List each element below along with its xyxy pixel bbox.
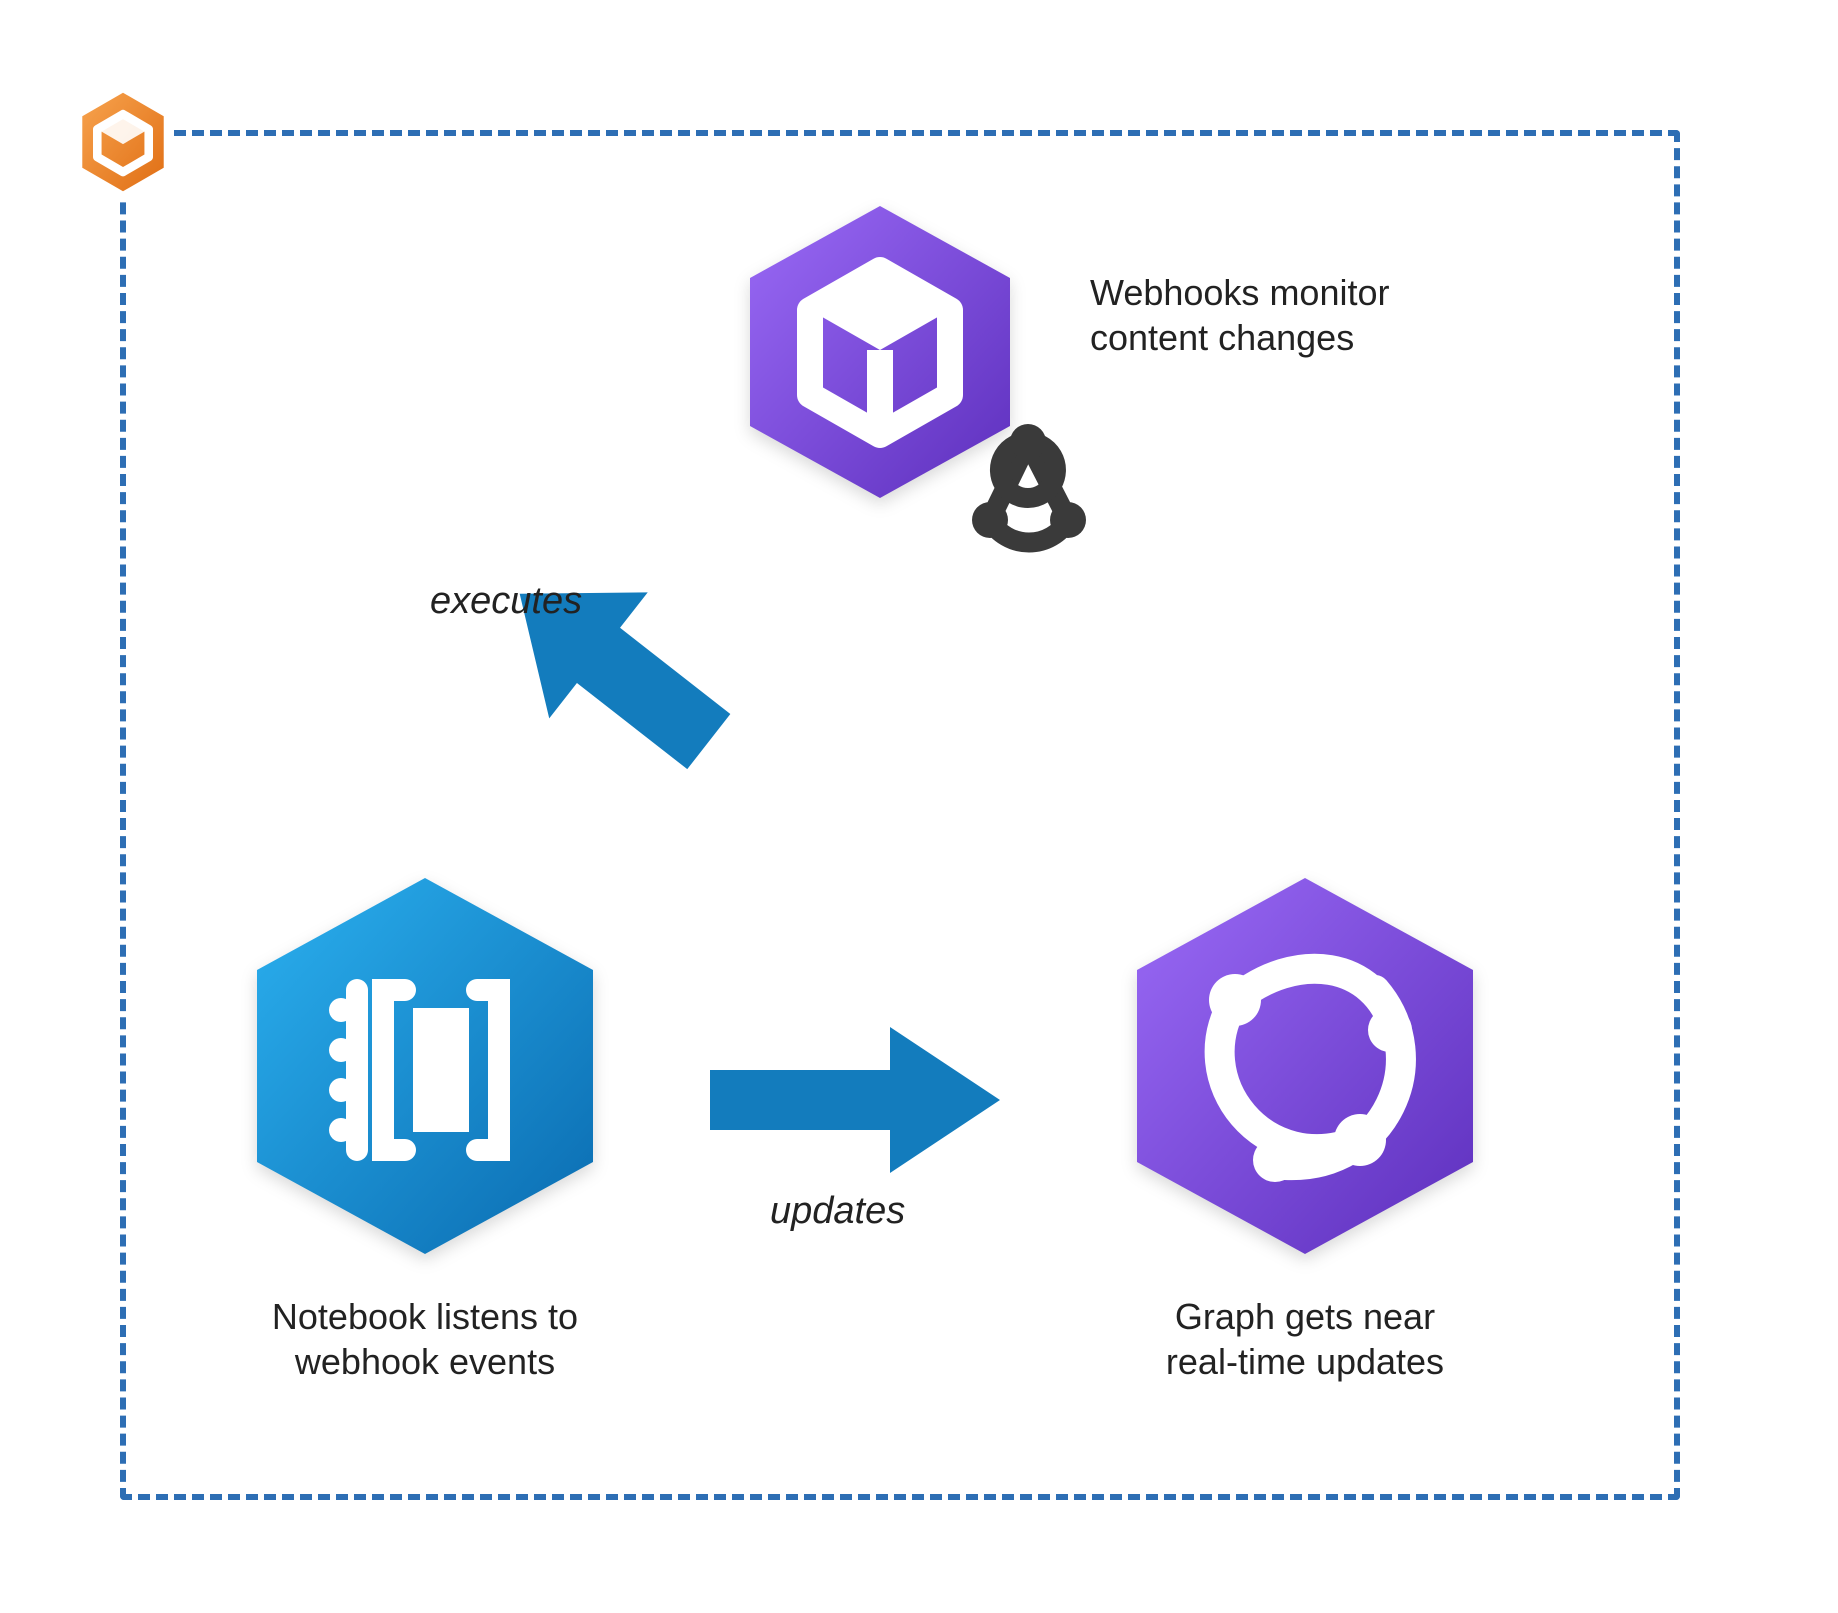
graph-node: Graph gets near real-time updates xyxy=(1115,870,1495,1384)
webhooks-node xyxy=(740,200,1050,540)
graph-caption-line2: real-time updates xyxy=(1166,1341,1444,1382)
graph-hexagon-icon xyxy=(1125,870,1485,1270)
graph-caption-line1: Graph gets near xyxy=(1175,1296,1435,1337)
notebook-caption-line1: Notebook listens to xyxy=(272,1296,578,1337)
executes-arrow-icon xyxy=(470,530,790,830)
diagram-canvas: Webhooks monitor content changes execute… xyxy=(0,0,1838,1613)
notebook-node: Notebook listens to webhook events xyxy=(235,870,615,1384)
updates-label: updates xyxy=(770,1190,905,1233)
notebook-hexagon-icon xyxy=(245,870,605,1270)
webhooks-caption-line1: Webhooks monitor xyxy=(1090,272,1389,313)
executes-label: executes xyxy=(430,580,582,623)
webhook-icon xyxy=(940,410,1115,575)
webhooks-caption-line2: content changes xyxy=(1090,317,1354,358)
arcgis-badge-icon xyxy=(68,82,178,202)
graph-caption: Graph gets near real-time updates xyxy=(1166,1294,1444,1384)
webhooks-caption: Webhooks monitor content changes xyxy=(1090,270,1389,360)
notebook-caption: Notebook listens to webhook events xyxy=(272,1294,578,1384)
notebook-caption-line2: webhook events xyxy=(295,1341,555,1382)
updates-arrow-icon xyxy=(700,1015,1010,1185)
